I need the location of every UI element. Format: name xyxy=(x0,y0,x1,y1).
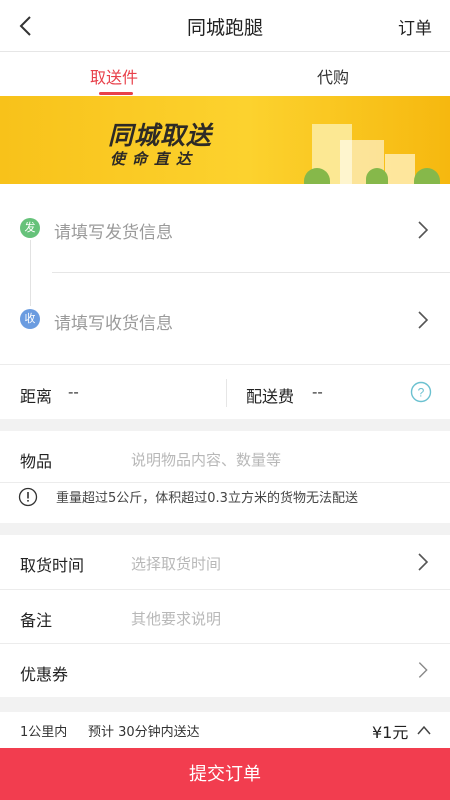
tab-purchase[interactable]: 代购 xyxy=(317,64,349,88)
help-icon[interactable]: ? xyxy=(410,381,432,403)
send-badge: 发 xyxy=(20,218,40,238)
pickup-time-select[interactable]: 选择取货时间 xyxy=(131,553,221,574)
banner-subtitle: 使命直达 xyxy=(110,150,199,168)
svg-text:?: ? xyxy=(418,386,425,400)
top-bar: 同城跑腿 订单 xyxy=(0,0,450,52)
distance-range: 1公里内 xyxy=(20,725,68,740)
distance-value: -- xyxy=(68,383,79,401)
promo-banner[interactable]: 同城取送 使命直达 xyxy=(0,96,450,184)
divider xyxy=(0,482,450,483)
fee-label: 配送费 xyxy=(246,387,295,406)
active-tab-indicator xyxy=(99,92,133,95)
fee-value: -- xyxy=(312,383,323,401)
tab-bar: 取送件 代购 xyxy=(0,52,450,96)
chevron-right-icon xyxy=(418,311,429,329)
tab-pickup-delivery[interactable]: 取送件 xyxy=(90,64,138,88)
chevron-right-icon xyxy=(418,553,429,571)
divider xyxy=(226,379,227,407)
remark-input[interactable]: 其他要求说明 xyxy=(131,608,221,629)
chevron-right-icon xyxy=(418,221,429,239)
address-section: 发 请填写发货信息 收 请填写收货信息 xyxy=(0,184,450,364)
distance-label: 距离 xyxy=(20,387,53,406)
sender-info-field[interactable]: 请填写发货信息 xyxy=(54,218,173,243)
orders-link[interactable]: 订单 xyxy=(398,14,432,39)
weight-warning-text: 重量超过5公斤，体积超过0.3立方米的货物无法配送 xyxy=(56,491,358,506)
chevron-up-icon[interactable] xyxy=(417,725,431,735)
receiver-info-field[interactable]: 请填写收货信息 xyxy=(54,309,173,334)
submit-order-button[interactable]: 提交订单 xyxy=(0,748,450,800)
address-connector-line xyxy=(30,240,31,306)
distance-fee-row: 距离 -- 配送费 -- ? xyxy=(0,364,450,419)
chevron-right-icon[interactable] xyxy=(416,659,430,681)
eta-text: 预计 30分钟内送达 xyxy=(88,725,200,740)
receive-badge: 收 xyxy=(20,309,40,329)
coupon-label[interactable]: 优惠券 xyxy=(20,661,68,685)
goods-label: 物品 xyxy=(20,452,53,471)
order-options-card: 取货时间 选择取货时间 备注 其他要求说明 优惠券 xyxy=(0,535,450,697)
building-illustration xyxy=(385,154,415,184)
warning-icon xyxy=(18,487,38,507)
remark-label: 备注 xyxy=(20,611,53,630)
divider xyxy=(52,272,450,273)
divider xyxy=(0,589,450,590)
order-summary-bar: 1公里内 预计 30分钟内送达 ¥1元 xyxy=(0,712,450,748)
pickup-time-label: 取货时间 xyxy=(20,556,85,575)
tree-illustration xyxy=(366,168,388,184)
goods-card: 物品 说明物品内容、数量等 重量超过5公斤，体积超过0.3立方米的货物无法配送 xyxy=(0,431,450,523)
tree-illustration xyxy=(414,168,440,184)
price-total[interactable]: ¥1元 xyxy=(372,719,408,743)
divider xyxy=(0,643,450,644)
goods-input[interactable]: 说明物品内容、数量等 xyxy=(131,449,281,470)
banner-title: 同城取送 xyxy=(108,121,213,150)
page-title: 同城跑腿 xyxy=(186,17,263,39)
